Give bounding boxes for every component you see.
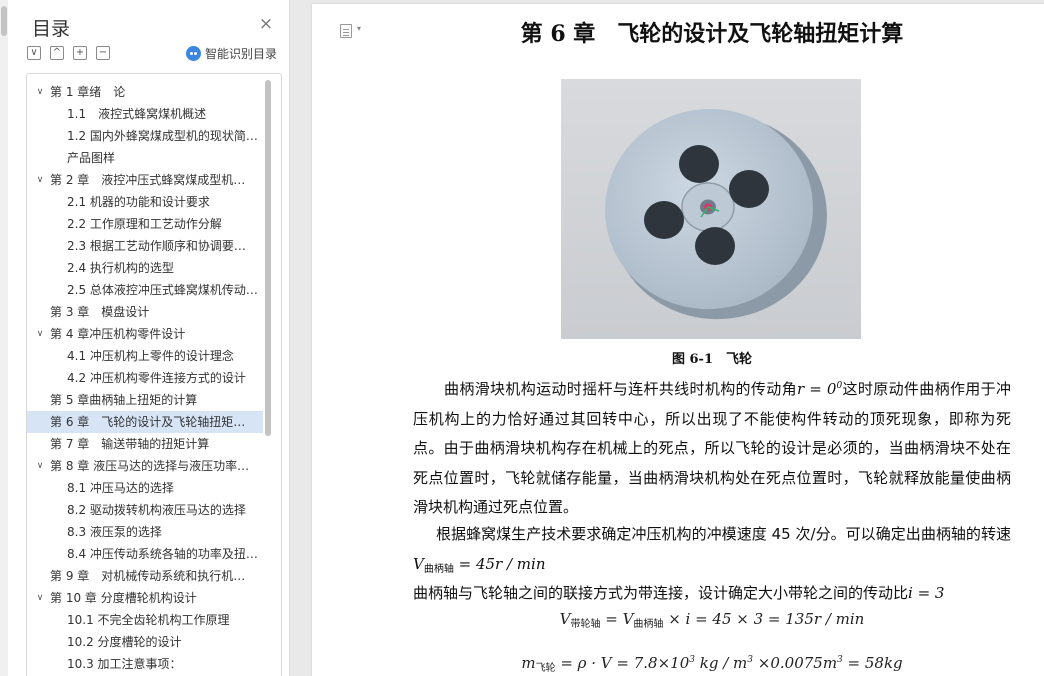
- p1-text-a: 曲柄滑块机构运动时摇杆与连杆共线时机构的传动角: [444, 380, 797, 398]
- p3-math: i = 3: [908, 584, 945, 602]
- sidebar-title: 目录: [32, 18, 71, 40]
- outline-item[interactable]: 产品图样: [27, 147, 263, 169]
- document-area: ▾ 第 6 章 飞轮的设计及飞轮轴扭矩计算 图 6-1 飞轮 曲柄滑块机构运动时…: [291, 0, 1044, 676]
- outline-item-label: 第 4 章冲压机构零件设计: [50, 327, 186, 341]
- outline-item[interactable]: 第 7 章 输送带轴的扭矩计算: [27, 433, 263, 455]
- outline-item[interactable]: 第 6 章 飞轮的设计及飞轮轴扭矩…: [27, 411, 263, 433]
- outline-item-label: 第 3 章 模盘设计: [50, 305, 150, 319]
- smart-outline-label: 智能识别目录: [205, 47, 278, 61]
- outline-item-label: 2.4 执行机构的选型: [67, 261, 174, 275]
- outline-item[interactable]: 10.2 分度槽轮的设计: [27, 631, 263, 653]
- paragraph-dead-point: 曲柄滑块机构运动时摇杆与连杆共线时机构的传动角r = 00这时原动件曲柄作用于冲…: [413, 372, 1011, 523]
- p1-math: r = 00: [796, 380, 843, 398]
- outline-item[interactable]: 10.3 加工注意事项：: [27, 653, 263, 675]
- outline-item-label: 8.3 液压泵的选择: [67, 525, 162, 539]
- outline-item[interactable]: 2.1 机器的功能和设计要求: [27, 191, 263, 213]
- outline-item-label: 第 6 章 飞轮的设计及飞轮轴扭矩…: [50, 415, 246, 429]
- chevron-down-icon[interactable]: ∨: [34, 81, 46, 103]
- outline-item-label: 2.3 根据工艺动作顺序和协调要…: [67, 239, 246, 253]
- outline-item-label: 2.1 机器的功能和设计要求: [67, 195, 210, 209]
- remove-heading-icon[interactable]: −: [96, 46, 110, 60]
- outline-item-label: 1.1 液控式蜂窝煤机概述: [67, 107, 207, 121]
- outline-item-label: 产品图样: [67, 151, 116, 165]
- outline-item[interactable]: 2.4 执行机构的选型: [27, 257, 263, 279]
- collapse-all-icon[interactable]: ∨: [27, 46, 41, 60]
- outline-item-label: 10.3 加工注意事项：: [67, 657, 182, 671]
- outline-item[interactable]: 2.2 工作原理和工艺动作分解: [27, 213, 263, 235]
- outline-list: ∨ 第 1 章绪 论 1.1 液控式蜂窝煤机概述 1.2 国内外蜂窝煤成型机的现状简……: [27, 81, 263, 675]
- chevron-down-icon[interactable]: ∨: [34, 455, 46, 477]
- outline-item[interactable]: 8.2 驱动拨转机构液压马达的选择: [27, 499, 263, 521]
- outline-item[interactable]: 8.1 冲压马达的选择: [27, 477, 263, 499]
- outline-item-label: 10.2 分度槽轮的设计: [67, 635, 182, 649]
- paragraph-belt-ratio: 曲柄轴与飞轮轴之间的联接方式为带连接，设计确定大小带轮之间的传动比i = 3: [413, 579, 1011, 609]
- outline-item[interactable]: ∨ 第 4 章冲压机构零件设计: [27, 323, 263, 345]
- outline-item-label: 第 2 章 液控冲压式蜂窝煤成型机…: [50, 173, 246, 187]
- outline-item-label: 8.4 冲压传动系统各轴的功率及扭…: [67, 547, 258, 561]
- outline-item[interactable]: ∨ 第 2 章 液控冲压式蜂窝煤成型机…: [27, 169, 263, 191]
- outline-item[interactable]: 8.4 冲压传动系统各轴的功率及扭…: [27, 543, 263, 565]
- outline-scrollbar-thumb[interactable]: [265, 80, 271, 436]
- chevron-down-icon[interactable]: ∨: [34, 169, 46, 191]
- close-icon[interactable]: ×: [257, 15, 275, 33]
- outline-item-label: 第 5 章曲柄轴上扭矩的计算: [50, 393, 198, 407]
- outline-item-label: 4.1 冲压机构上零件的设计理念: [67, 349, 234, 363]
- outline-item[interactable]: ∨ 第 8 章 液压马达的选择与液压功率…: [27, 455, 263, 477]
- flywheel-image: [605, 108, 827, 320]
- sidebar-scrollbar-thumb[interactable]: [1, 6, 7, 36]
- p2-text: 根据蜂窝煤生产技术要求确定冲压机构的冲模速度 45 次/分。可以确定出曲柄轴的转…: [436, 525, 1011, 543]
- outline-panel: ∨ 第 1 章绪 论 1.1 液控式蜂窝煤机概述 1.2 国内外蜂窝煤成型机的现状简……: [26, 73, 282, 676]
- p1-text-b: 这时原动件曲柄作用于冲压机构上的力恰好通过其回转中心，所以出现了不能使构件转动的…: [413, 380, 1011, 517]
- outline-item-label: 8.1 冲压马达的选择: [67, 481, 174, 495]
- outline-item-label: 8.2 驱动拨转机构液压马达的选择: [67, 503, 246, 517]
- outline-item[interactable]: 2.5 总体液控冲压式蜂窝煤机传动…: [27, 279, 263, 301]
- outline-sidebar: 目录 × ∨ ^ + − 智能识别目录 ∨ 第 1 章绪 论 1.1 液控式蜂窝煤机…: [0, 0, 290, 676]
- outline-item[interactable]: 第 9 章 对机械传动系统和执行机…: [27, 565, 263, 587]
- outline-item[interactable]: 第 5 章曲柄轴上扭矩的计算: [27, 389, 263, 411]
- outline-item-label: 第 1 章绪 论: [50, 85, 126, 99]
- ai-icon: [186, 46, 201, 61]
- outline-item-label: 第 10 章 分度槽轮机构设计: [50, 591, 197, 605]
- flywheel-figure: [561, 79, 861, 339]
- outline-item-label: 10.1 不完全齿轮机构工作原理: [67, 613, 230, 627]
- equation-flywheel-mass: m飞轮 = ρ · V = 7.8×103 kg / m3 ×0.0075m3 …: [521, 654, 903, 674]
- chevron-down-icon[interactable]: ∨: [34, 587, 46, 609]
- outline-item-label: 2.5 总体液控冲压式蜂窝煤机传动…: [67, 283, 258, 297]
- outline-item[interactable]: 1.2 国内外蜂窝煤成型机的现状简…: [27, 125, 263, 147]
- outline-toolbar: ∨ ^ + −: [27, 46, 110, 62]
- equation-pulley-speed: V带轮轴 = V曲柄轴 × i = 45 × 3 = 135r / min: [559, 610, 865, 630]
- outline-item[interactable]: 4.2 冲压机构零件连接方式的设计: [27, 367, 263, 389]
- paragraph-crank-speed: 根据蜂窝煤生产技术要求确定冲压机构的冲模速度 45 次/分。可以确定出曲柄轴的转…: [413, 520, 1011, 584]
- outline-item[interactable]: 10.1 不完全齿轮机构工作原理: [27, 609, 263, 631]
- figure-caption: 图 6-1 飞轮: [671, 352, 752, 367]
- add-heading-icon[interactable]: +: [73, 46, 87, 60]
- outline-item[interactable]: 第 3 章 模盘设计: [27, 301, 263, 323]
- chevron-down-icon[interactable]: ∨: [34, 323, 46, 345]
- outline-item[interactable]: 2.3 根据工艺动作顺序和协调要…: [27, 235, 263, 257]
- smart-outline-button[interactable]: 智能识别目录: [186, 45, 277, 62]
- p2-math: V曲柄轴 = 45r / min: [413, 554, 546, 575]
- document-page: ▾ 第 6 章 飞轮的设计及飞轮轴扭矩计算 图 6-1 飞轮 曲柄滑块机构运动时…: [312, 4, 1044, 676]
- outline-item-label: 第 7 章 输送带轴的扭矩计算: [50, 437, 210, 451]
- outline-item-label: 4.2 冲压机构零件连接方式的设计: [67, 371, 246, 385]
- outline-item-label: 第 8 章 液压马达的选择与液压功率…: [50, 459, 250, 473]
- outline-item[interactable]: 1.1 液控式蜂窝煤机概述: [27, 103, 263, 125]
- outline-item[interactable]: ∨ 第 1 章绪 论: [27, 81, 263, 103]
- expand-level-icon[interactable]: ^: [50, 46, 64, 60]
- sidebar-scrollbar[interactable]: [0, 0, 8, 676]
- chapter-title: 第 6 章 飞轮的设计及飞轮轴扭矩计算: [520, 21, 904, 47]
- p3-text: 曲柄轴与飞轮轴之间的联接方式为带连接，设计确定大小带轮之间的传动比: [413, 584, 909, 602]
- outline-item-label: 2.2 工作原理和工艺动作分解: [67, 217, 222, 231]
- outline-item[interactable]: 8.3 液压泵的选择: [27, 521, 263, 543]
- outline-item-label: 1.2 国内外蜂窝煤成型机的现状简…: [67, 129, 258, 143]
- outline-item[interactable]: 4.1 冲压机构上零件的设计理念: [27, 345, 263, 367]
- outline-item-label: 第 9 章 对机械传动系统和执行机…: [50, 569, 246, 583]
- outline-item[interactable]: ∨ 第 10 章 分度槽轮机构设计: [27, 587, 263, 609]
